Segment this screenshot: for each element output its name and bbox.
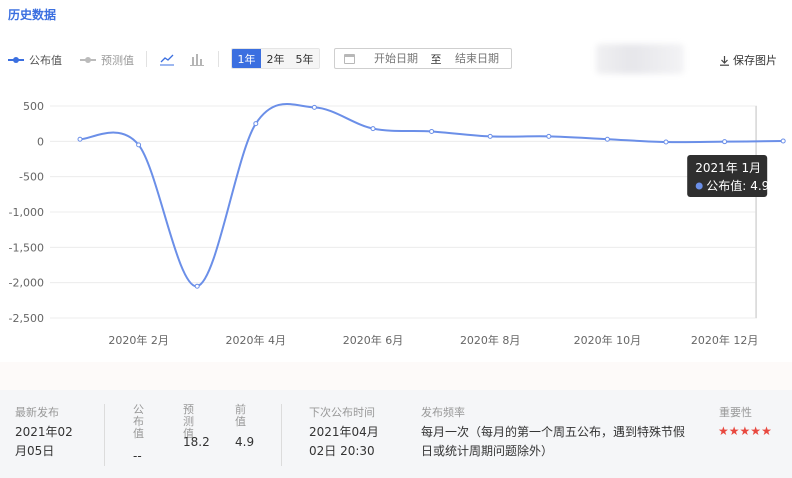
x-tick-label: 2020年 6月 <box>343 333 404 347</box>
toolbar-divider <box>218 51 219 67</box>
y-tick-label: -1,500 <box>9 241 44 254</box>
frequency-value: 每月一次（每月的第一个周五公布，遇到特殊节假日或统计周期问题除外） <box>421 425 686 458</box>
series-point <box>370 126 376 132</box>
series-point <box>546 133 552 139</box>
save-image-button[interactable]: 保存图片 <box>719 52 777 68</box>
tooltip-value: 4.9 <box>750 179 769 193</box>
range-button-2y[interactable]: 2年 <box>261 49 290 68</box>
actual-label: 公布值 <box>133 403 144 440</box>
y-tick-label: -2,000 <box>9 277 44 290</box>
tooltip-series-label: 公布值: 4.9 <box>706 178 769 193</box>
download-icon <box>720 55 729 66</box>
importance-star-icon: ★ <box>718 424 729 438</box>
section-title: 历史数据 <box>8 8 57 22</box>
latest-release-value: 2021年02月05日 <box>15 425 73 458</box>
panel-spacer <box>0 362 792 390</box>
importance-stars: ★★★★★ <box>718 424 772 438</box>
calendar-icon <box>344 53 355 64</box>
series-point <box>722 139 728 145</box>
x-tick-label: 2020年 2月 <box>108 333 169 347</box>
end-date-input[interactable] <box>445 52 509 65</box>
importance-star-icon: ★ <box>728 424 740 438</box>
frequency-label: 发布频率 <box>421 406 465 419</box>
history-line-chart: 500 0 -500 -1,000 -1,500 -2,000 -2,500 2020年 2… <box>9 100 786 347</box>
series-point <box>429 128 435 134</box>
series-point <box>780 138 786 144</box>
series-point <box>253 121 259 127</box>
legend-actual[interactable]: 公布值 <box>8 52 62 68</box>
x-tick-label: 2020年 4月 <box>226 333 287 347</box>
tooltip-title: 2021年 1月 <box>695 161 761 175</box>
tooltip-series-name: 公布值: <box>706 178 746 193</box>
save-image-label: 保存图片 <box>733 54 777 67</box>
range-selector: 1年 2年 5年 <box>231 48 320 69</box>
series-point <box>311 104 317 110</box>
previous-value: 4.9 <box>235 435 255 449</box>
info-divider <box>281 404 282 466</box>
series-points <box>77 104 786 289</box>
x-axis-ticks: 2020年 2月 2020年 4月 2020年 6月 2020年 8月 2020年 10… <box>108 333 758 347</box>
legend-forecast-label: 预测值 <box>101 54 134 67</box>
highlight-band <box>755 106 757 318</box>
chart-tooltip: 2021年 1月 公布值: 4.9 <box>687 154 769 197</box>
y-tick-label: -2,500 <box>9 312 44 325</box>
series-point <box>77 136 83 142</box>
actual-value: -- <box>133 449 142 463</box>
previous-label: 前值 <box>235 403 246 428</box>
next-release-label: 下次公布时间 <box>309 406 375 419</box>
legend-actual-label: 公布值 <box>29 54 62 67</box>
toolbar-divider <box>146 51 147 67</box>
series-point <box>663 139 669 145</box>
legend-forecast-marker <box>80 57 96 63</box>
chart-grid <box>50 105 757 319</box>
x-tick-label: 2020年 8月 <box>460 333 521 347</box>
forecast-value: 18.2 <box>183 435 210 449</box>
obscured-region <box>596 44 684 74</box>
series-point <box>194 283 200 289</box>
date-range-picker: 至 <box>334 48 512 69</box>
next-release-value: 2021年04月02日 20:30 <box>309 425 379 458</box>
y-tick-label: -500 <box>19 171 44 184</box>
y-tick-label: 0 <box>37 135 44 148</box>
y-tick-label: 500 <box>23 100 44 113</box>
x-tick-label: 2020年 12月 <box>691 333 759 347</box>
range-button-1y[interactable]: 1年 <box>232 49 261 68</box>
latest-release-label: 最新发布 <box>15 406 59 419</box>
tooltip-series-dot <box>695 182 703 190</box>
series-point <box>487 133 493 139</box>
date-range-separator: 至 <box>430 52 442 66</box>
bar-chart-icon[interactable] <box>189 51 205 67</box>
importance-star-icon: ★ <box>750 424 762 438</box>
series-point <box>604 136 610 142</box>
series-point <box>136 142 142 148</box>
legend-forecast[interactable]: 预测值 <box>80 52 134 68</box>
x-tick-label: 2020年 10月 <box>574 333 642 347</box>
start-date-input[interactable] <box>363 52 429 65</box>
info-divider <box>104 404 105 466</box>
line-chart-icon[interactable] <box>159 51 175 67</box>
y-axis-ticks: 500 0 -500 -1,000 -1,500 -2,000 -2,500 <box>9 100 44 325</box>
importance-star-icon: ★ <box>761 424 772 438</box>
range-button-5y[interactable]: 5年 <box>290 49 319 68</box>
legend-actual-marker <box>8 57 24 63</box>
importance-label: 重要性 <box>719 406 752 419</box>
release-info-panel: 最新发布 2021年02月05日 公布值 -- 预测值 18.2 前值 4.9 … <box>0 390 792 478</box>
importance-star-icon: ★ <box>739 424 751 438</box>
y-tick-label: -1,000 <box>9 206 44 219</box>
